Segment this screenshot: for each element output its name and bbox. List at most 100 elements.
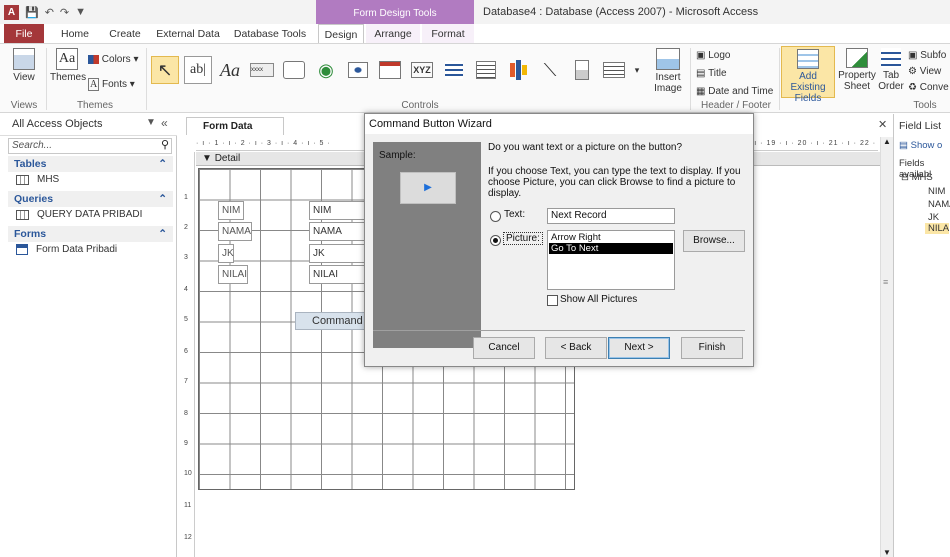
date-time-icon: ▦ xyxy=(696,86,706,97)
document-tab-form-data-pribadi[interactable]: Form Data Pribadi xyxy=(186,117,284,150)
nav-item-form-data-pribadi[interactable]: Form Data Pribadi xyxy=(16,244,117,255)
select-pointer-icon[interactable]: ↖ xyxy=(151,56,179,84)
hyperlink-globe-icon[interactable]: ◉ xyxy=(312,56,340,84)
scroll-grip-icon: ≡ xyxy=(883,277,889,287)
label-nim[interactable]: NIM xyxy=(218,201,244,220)
picture-option-radio[interactable] xyxy=(490,235,501,246)
colors-label: Colors xyxy=(101,54,131,65)
show-all-pictures-checkbox[interactable] xyxy=(547,295,558,306)
scroll-down-icon[interactable]: ▼ xyxy=(883,548,891,557)
command-button-on-form[interactable]: Command xyxy=(295,312,375,330)
combo-box-icon[interactable] xyxy=(472,56,500,84)
tab-control-icon[interactable] xyxy=(280,56,308,84)
label-jk[interactable]: JK xyxy=(218,244,234,263)
nav-item-query-data-pribadi[interactable]: QUERY DATA PRIBADI xyxy=(16,209,142,220)
convert-icon: ♻ xyxy=(908,82,917,93)
navigation-control-icon[interactable] xyxy=(376,56,404,84)
tab-file[interactable]: File xyxy=(4,24,44,44)
list-box-icon[interactable] xyxy=(600,56,628,84)
subform-button[interactable]: ▣ Subfo xyxy=(908,50,946,61)
logo-button[interactable]: ▣ Logo xyxy=(696,50,730,61)
textbox-nama[interactable]: NAMA xyxy=(309,222,365,241)
label-nama[interactable]: NAMA xyxy=(218,222,252,241)
textbox-nim[interactable]: NIM xyxy=(309,201,365,220)
nav-menu-icon[interactable]: ▼ xyxy=(146,117,156,128)
property-sheet-button[interactable]: Property Sheet xyxy=(838,48,876,92)
redo-icon[interactable]: ↷ xyxy=(60,6,69,19)
nav-search-input[interactable]: Search... xyxy=(8,138,172,154)
collapse-nav-icon[interactable]: « xyxy=(161,116,168,130)
label-control-icon[interactable]: Aa xyxy=(216,56,244,84)
vertical-scrollbar[interactable]: ▲ ≡ ▼ xyxy=(880,137,893,557)
text-option-label[interactable]: Text: xyxy=(504,209,525,220)
picture-option-go-to-next[interactable]: Go To Next xyxy=(549,243,673,254)
vruler-mark: 4 xyxy=(184,286,188,293)
nav-pane-header[interactable]: All Access Objects ▼ « xyxy=(0,114,177,136)
undo-icon[interactable]: ↶ xyxy=(45,6,54,19)
vruler-mark: 9 xyxy=(184,440,188,447)
ribbon-tabs: File Home Create External Data Database … xyxy=(0,24,950,44)
option-group-icon[interactable]: XYZ xyxy=(408,56,436,84)
show-all-tables-label: Show o xyxy=(910,140,943,151)
tab-design[interactable]: Design xyxy=(318,24,364,44)
tab-database-tools[interactable]: Database Tools xyxy=(232,24,308,44)
convert-macros-button[interactable]: ♻ Conve xyxy=(908,82,949,93)
view-button[interactable]: View xyxy=(8,48,40,83)
title-button[interactable]: ▤ Title xyxy=(696,68,727,79)
view-code-button[interactable]: ⚙ View xyxy=(908,66,941,77)
picture-list-box[interactable]: Arrow Right Go To Next xyxy=(547,230,675,290)
textbox-control-icon[interactable]: ab| xyxy=(184,56,212,84)
vruler-mark: 1 xyxy=(184,194,188,201)
close-document-icon[interactable]: ✕ xyxy=(878,118,887,131)
nav-section-queries[interactable]: Queries ⌃ xyxy=(8,191,173,207)
back-button[interactable]: < Back xyxy=(545,337,607,359)
show-all-tables-link[interactable]: ▤ Show o xyxy=(899,140,942,151)
colors-button[interactable]: Colors ▾ xyxy=(88,54,139,65)
finish-button[interactable]: Finish xyxy=(681,337,743,359)
access-app-icon[interactable]: A xyxy=(4,4,19,20)
tab-external-data[interactable]: External Data xyxy=(154,24,222,44)
save-icon[interactable]: 💾 xyxy=(25,6,39,19)
tab-arrange[interactable]: Arrange xyxy=(366,24,420,44)
chart-control-icon[interactable] xyxy=(504,56,532,84)
picture-option-arrow-right[interactable]: Arrow Right xyxy=(549,232,673,243)
nav-item-mhs[interactable]: MHS xyxy=(16,174,59,185)
toggle-button-icon[interactable] xyxy=(568,56,596,84)
tab-home[interactable]: Home xyxy=(56,24,94,44)
cancel-button[interactable]: Cancel xyxy=(473,337,535,359)
textbox-jk[interactable]: JK xyxy=(309,244,365,263)
nav-section-forms[interactable]: Forms ⌃ xyxy=(8,226,173,242)
search-icon[interactable]: ⚲ xyxy=(161,138,169,151)
web-browser-control-icon[interactable] xyxy=(344,56,372,84)
field-nim[interactable]: NIM xyxy=(928,186,945,197)
tab-create[interactable]: Create xyxy=(104,24,146,44)
page-break-icon[interactable] xyxy=(440,56,468,84)
button-control-icon[interactable]: xxxx xyxy=(248,56,276,84)
browse-button[interactable]: Browse... xyxy=(683,230,745,252)
controls-more-icon[interactable]: ▾ xyxy=(631,56,643,84)
textbox-nilai[interactable]: NILAI xyxy=(309,265,365,284)
scroll-up-icon[interactable]: ▲ xyxy=(883,137,891,146)
line-control-icon[interactable]: ⟍ xyxy=(536,56,564,84)
field-jk[interactable]: JK xyxy=(928,212,939,223)
field-nilai[interactable]: NILAI xyxy=(925,223,950,234)
field-nama[interactable]: NAMA xyxy=(928,199,950,210)
label-nilai[interactable]: NILAI xyxy=(218,265,248,284)
themes-icon: Aa xyxy=(56,48,78,70)
themes-button[interactable]: Aa Themes xyxy=(50,48,86,83)
nav-section-tables[interactable]: Tables ⌃ xyxy=(8,156,173,172)
tab-format[interactable]: Format xyxy=(422,24,474,44)
show-all-pictures-label[interactable]: Show All Pictures xyxy=(560,294,637,305)
insert-image-button[interactable]: Insert Image xyxy=(650,48,686,94)
button-text-input[interactable]: Next Record xyxy=(547,208,675,224)
customize-toolbar-icon[interactable]: ▼ xyxy=(75,6,86,18)
add-existing-fields-button[interactable]: Add Existing Fields xyxy=(781,46,835,104)
field-list-table-mhs[interactable]: ⊟ MHS xyxy=(901,172,933,183)
detail-section-label: Detail xyxy=(214,153,241,164)
next-button[interactable]: Next > xyxy=(608,337,670,359)
date-time-button[interactable]: ▦ Date and Time xyxy=(696,86,773,97)
fonts-button[interactable]: A Fonts ▾ xyxy=(88,78,135,91)
tab-order-button[interactable]: Tab Order xyxy=(878,48,904,92)
picture-option-label[interactable]: Picture: xyxy=(503,232,543,245)
text-option-radio[interactable] xyxy=(490,211,501,222)
